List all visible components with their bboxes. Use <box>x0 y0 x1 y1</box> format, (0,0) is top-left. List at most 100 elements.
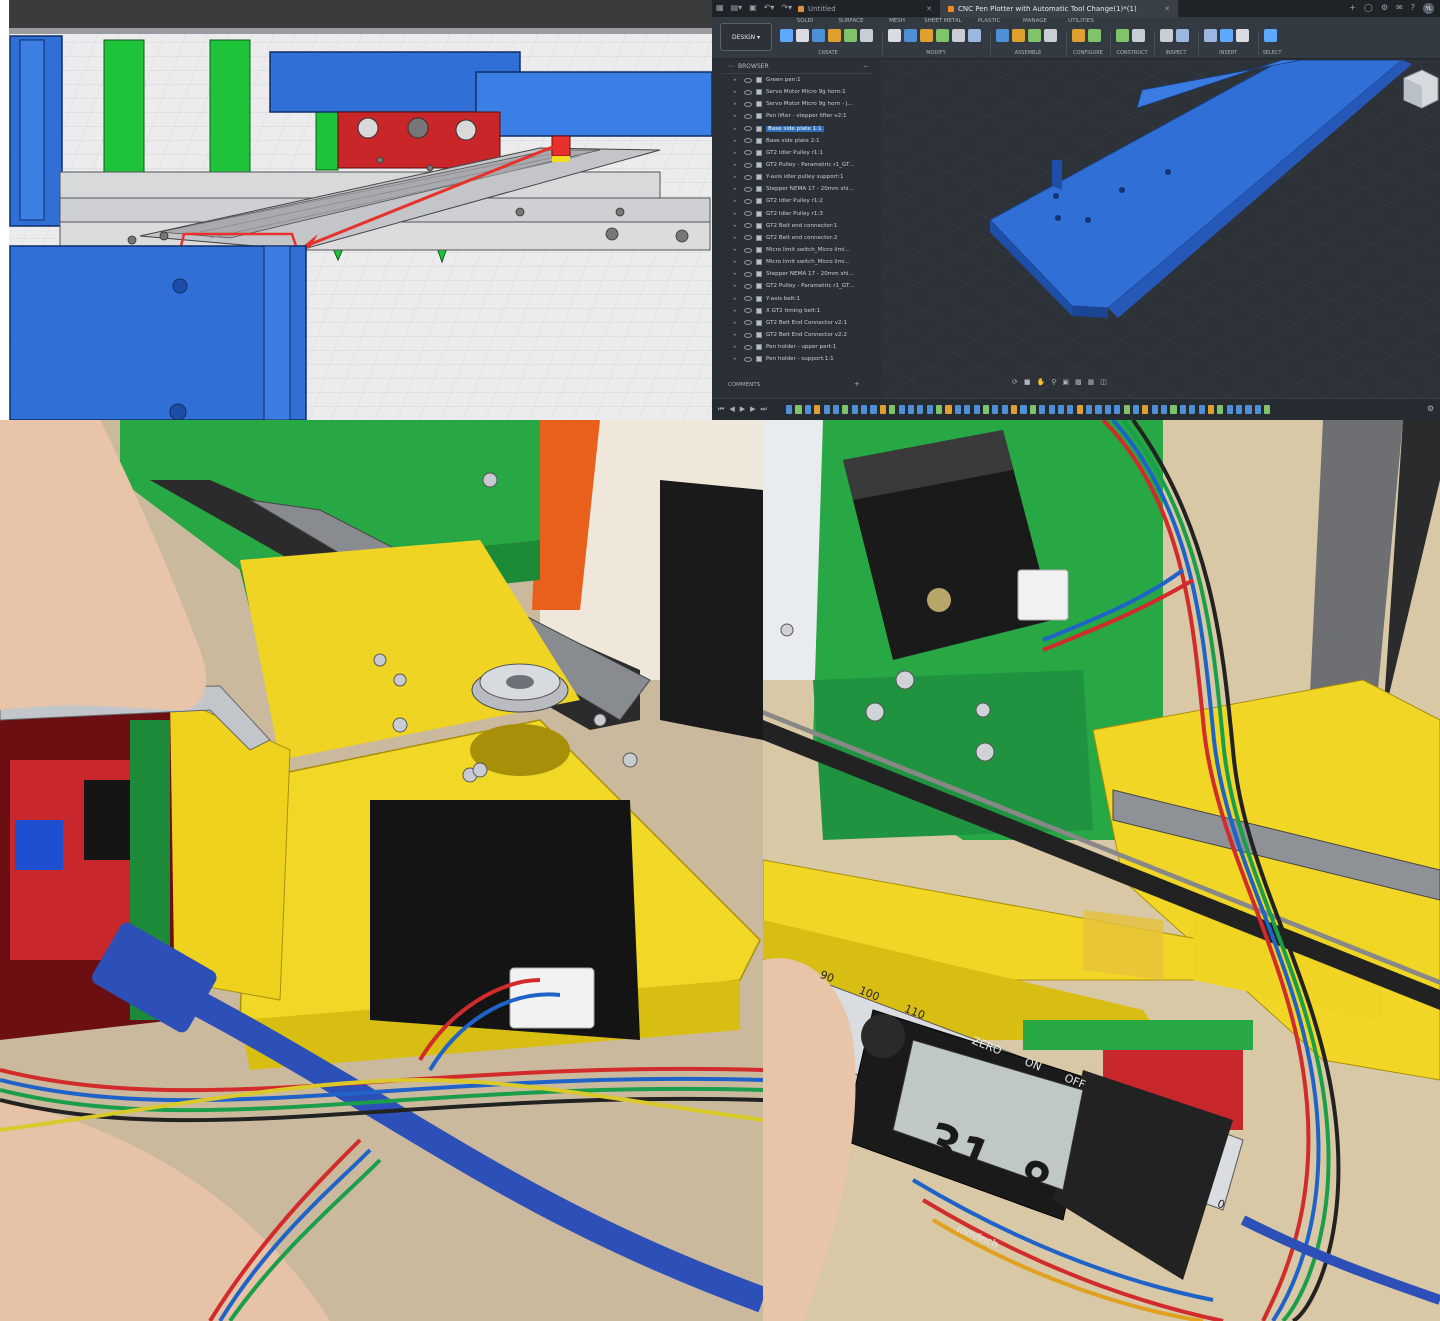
go-to-start-icon[interactable]: ⏮ <box>718 405 724 414</box>
timeline-feature[interactable] <box>1254 405 1261 414</box>
tool-icon[interactable] <box>1072 29 1085 42</box>
visibility-eye-icon[interactable] <box>744 113 752 119</box>
browser-item[interactable]: ▸ Pen holder - support:1:1 <box>722 353 872 365</box>
zoom-icon[interactable]: ⚲ <box>1051 378 1056 386</box>
browser-item[interactable]: ▸ Base side plate 2:1 <box>722 135 872 147</box>
tool-icon[interactable] <box>904 29 917 42</box>
play-icon[interactable]: ▶ <box>740 405 745 414</box>
tool-group-label[interactable]: CREATE <box>776 50 880 56</box>
browser-item[interactable]: ▸ Base side plate 1:1 <box>722 123 872 135</box>
timeline-feature[interactable] <box>823 405 830 414</box>
tool-icon[interactable] <box>888 29 901 42</box>
tool-group-label[interactable]: SELECT <box>1260 50 1284 56</box>
browser-item[interactable]: ▸ Y-axis idler pulley support:1 <box>722 171 872 183</box>
timeline-feature[interactable] <box>1189 405 1196 414</box>
browser-item[interactable]: ▸ GT2 Belt end connector:1 <box>722 220 872 232</box>
browser-item[interactable]: ▸ Pen holder - upper part:1 <box>722 341 872 353</box>
tool-icon[interactable] <box>996 29 1009 42</box>
browser-item[interactable]: ▸ GT2 Pulley - Parametric r1_GT... <box>722 159 872 171</box>
close-tab-icon[interactable]: ✕ <box>1164 5 1170 13</box>
close-tab-icon[interactable]: ✕ <box>926 5 932 13</box>
timeline-feature[interactable] <box>1132 405 1140 414</box>
timeline-feature[interactable] <box>1123 405 1130 414</box>
tool-icon[interactable] <box>1220 29 1233 42</box>
timeline-feature[interactable] <box>786 405 793 414</box>
browser-item[interactable]: ▸ Micro limit switch_Micro limi... <box>722 244 872 256</box>
tool-icon[interactable] <box>812 29 825 42</box>
timeline-feature[interactable] <box>1142 405 1149 414</box>
timeline-feature[interactable] <box>814 405 821 414</box>
browser-item[interactable]: ▸ Pen lifter - stepper lifter v2:1 <box>722 110 872 122</box>
expand-chevron-icon[interactable]: ▸ <box>734 89 740 95</box>
browser-item[interactable]: ▸ GT2 Belt End Connector v2:1 <box>722 317 872 329</box>
timeline-feature[interactable] <box>926 405 933 414</box>
visibility-eye-icon[interactable] <box>744 296 752 302</box>
browser-item[interactable]: ▸ Servo Motor Micro 9g horn:1 <box>722 86 872 98</box>
browser-item[interactable]: ▸ Y-axis belt:1 <box>722 293 872 305</box>
expand-chevron-icon[interactable]: ▸ <box>734 101 740 107</box>
browser-item[interactable]: ▸ GT2 Belt End Connector v2:2 <box>722 329 872 341</box>
save-icon[interactable]: ▣ <box>749 3 757 12</box>
tool-group-label[interactable]: INSERT <box>1200 50 1256 56</box>
browser-item[interactable]: ▸ Green pen:1 <box>722 74 872 86</box>
visibility-eye-icon[interactable] <box>744 186 752 192</box>
design-viewport[interactable] <box>882 60 1440 398</box>
expand-chevron-icon[interactable]: ▸ <box>734 283 740 289</box>
timeline-feature[interactable] <box>1264 405 1271 414</box>
expand-chevron-icon[interactable]: ▸ <box>734 198 740 204</box>
timeline-feature[interactable] <box>870 405 877 414</box>
timeline-feature[interactable] <box>889 405 896 414</box>
timeline-feature[interactable] <box>1001 405 1008 414</box>
fit-icon[interactable]: ▣ <box>1062 378 1069 386</box>
browser-item[interactable]: ▸ Stepper NEMA 17 - 20mm shi... <box>722 183 872 195</box>
tool-icon[interactable] <box>1088 29 1101 42</box>
browser-item[interactable]: ▸ Stepper NEMA 17 - 20mm shi... <box>722 268 872 280</box>
timeline-feature[interactable] <box>1151 405 1158 414</box>
tool-group-label[interactable]: CONFIGURE <box>1068 50 1108 56</box>
tool-icon[interactable] <box>780 29 793 42</box>
expand-chevron-icon[interactable]: ▸ <box>734 308 740 314</box>
add-comment-icon[interactable]: + <box>854 380 860 388</box>
tool-icon[interactable] <box>968 29 981 42</box>
visibility-eye-icon[interactable] <box>744 77 752 83</box>
new-tab-icon[interactable]: + <box>1349 3 1356 14</box>
visibility-eye-icon[interactable] <box>744 174 752 180</box>
timeline-feature[interactable] <box>804 405 811 414</box>
browser-item[interactable]: ▸ Servo Motor Micro 9g horn - j... <box>722 98 872 110</box>
expand-chevron-icon[interactable]: ▸ <box>734 77 740 83</box>
browser-item[interactable]: ▸ Micro limit switch_Micro limi... <box>722 256 872 268</box>
viewports-icon[interactable]: ◫ <box>1100 378 1107 386</box>
expand-chevron-icon[interactable]: ▸ <box>734 174 740 180</box>
timeline-feature[interactable] <box>879 405 886 414</box>
tool-icon[interactable] <box>920 29 933 42</box>
timeline-feature[interactable] <box>1170 405 1177 414</box>
timeline-feature[interactable] <box>851 405 858 414</box>
tool-icon[interactable] <box>952 29 965 42</box>
expand-chevron-icon[interactable]: ▸ <box>734 138 740 144</box>
visibility-eye-icon[interactable] <box>744 223 752 229</box>
visibility-eye-icon[interactable] <box>744 89 752 95</box>
browser-item[interactable]: ▸ X GT2 timing belt:1 <box>722 305 872 317</box>
timeline-feature[interactable] <box>1011 405 1018 414</box>
visibility-eye-icon[interactable] <box>744 150 752 156</box>
visibility-eye-icon[interactable] <box>744 332 752 338</box>
tool-icon[interactable] <box>860 29 873 42</box>
collapse-icon[interactable]: ⋯ <box>728 63 734 70</box>
timeline-feature[interactable] <box>982 405 990 414</box>
timeline-feature[interactable] <box>1048 405 1055 414</box>
tool-icon[interactable] <box>1176 29 1189 42</box>
timeline-feature[interactable] <box>964 405 971 414</box>
timeline-feature[interactable] <box>1198 405 1205 414</box>
grid-settings-icon[interactable]: ▦ <box>1088 378 1095 386</box>
timeline-feature[interactable] <box>861 405 868 414</box>
timeline-feature[interactable] <box>1161 405 1168 414</box>
expand-chevron-icon[interactable]: ▸ <box>734 332 740 338</box>
expand-chevron-icon[interactable]: ▸ <box>734 344 740 350</box>
tool-icon[interactable] <box>1132 29 1145 42</box>
tool-icon[interactable] <box>1160 29 1173 42</box>
timeline-feature[interactable] <box>973 405 980 414</box>
workspace-switcher-button[interactable]: DESIGN ▾ <box>720 23 772 51</box>
timeline-feature[interactable] <box>945 405 952 414</box>
expand-chevron-icon[interactable]: ▸ <box>734 271 740 277</box>
visibility-eye-icon[interactable] <box>744 283 752 289</box>
